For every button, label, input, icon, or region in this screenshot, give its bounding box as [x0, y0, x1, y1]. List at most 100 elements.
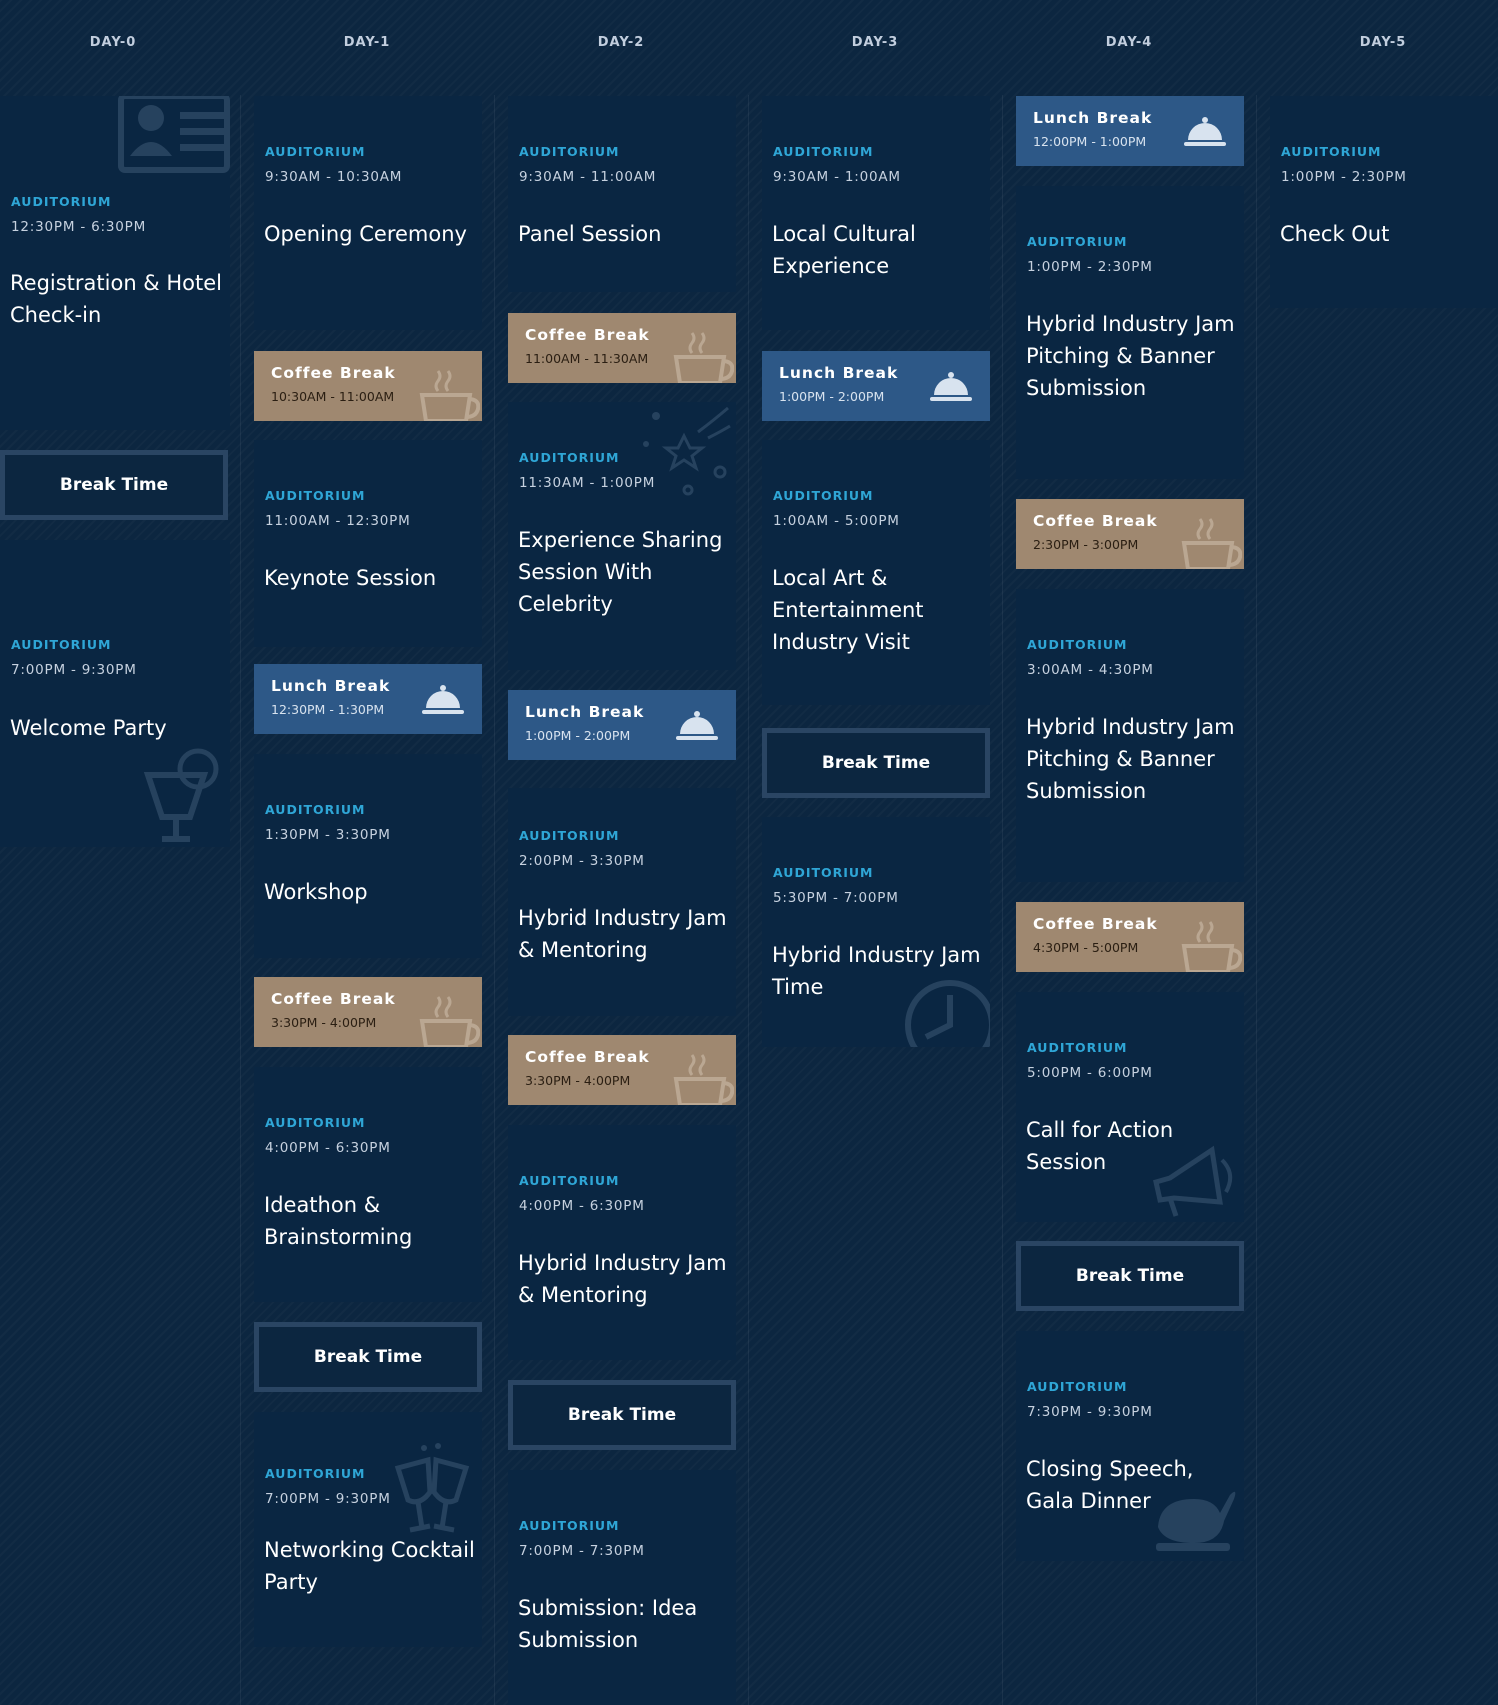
lunch-break-block[interactable]: Lunch Break 1:00PM - 2:00PM — [762, 351, 990, 421]
coffee-cup-icon — [673, 1054, 734, 1105]
day-header-1[interactable]: DAY-1 — [267, 35, 467, 50]
event-card[interactable]: AUDITORIUM 2:00PM - 3:30PM Hybrid Indust… — [508, 788, 736, 1016]
event-card[interactable]: AUDITORIUM 3:00AM - 4:30PM Hybrid Indust… — [1016, 589, 1244, 882]
event-title: Networking Cocktail Party — [264, 1538, 475, 1594]
event-card[interactable]: AUDITORIUM 4:00PM - 6:30PM Hybrid Indust… — [508, 1125, 736, 1360]
event-title: Workshop — [264, 880, 368, 904]
event-card[interactable]: AUDITORIUM 1:30PM - 3:30PM Workshop — [254, 754, 482, 958]
event-card[interactable]: AUDITORIUM 9:30AM - 11:00AM Panel Sessio… — [508, 96, 736, 292]
event-title: Check Out — [1280, 222, 1390, 246]
event-time: 5:00PM - 6:00PM — [1027, 1065, 1153, 1081]
event-card[interactable]: AUDITORIUM 1:00PM - 2:30PM Check Out — [1270, 96, 1498, 308]
break-title: Lunch Break — [525, 703, 645, 721]
venue-label: AUDITORIUM — [1281, 144, 1382, 159]
event-card[interactable]: AUDITORIUM 11:00AM - 12:30PM Keynote Ses… — [254, 440, 482, 647]
event-card[interactable]: AUDITORIUM 7:00PM - 9:30PM Welcome Party — [0, 540, 230, 847]
event-time: 4:00PM - 6:30PM — [265, 1140, 391, 1156]
event-card[interactable]: AUDITORIUM 4:00PM - 6:30PM Ideathon & Br… — [254, 1067, 482, 1302]
column-divider — [240, 95, 241, 1705]
venue-label: AUDITORIUM — [265, 1115, 366, 1130]
break-title: Coffee Break — [1033, 915, 1158, 933]
cloche-icon — [930, 372, 972, 401]
coffee-break-block[interactable]: Coffee Break 3:30PM - 4:00PM — [254, 977, 482, 1047]
break-time-block[interactable]: Break Time — [0, 450, 228, 520]
event-card[interactable]: AUDITORIUM 12:30PM - 6:30PM Registration… — [0, 96, 230, 430]
break-title: Coffee Break — [271, 364, 396, 382]
venue-label: AUDITORIUM — [519, 1173, 620, 1188]
event-time: 7:00PM - 9:30PM — [265, 1491, 391, 1507]
day-header-4[interactable]: DAY-4 — [1029, 35, 1229, 50]
event-time: 2:00PM - 3:30PM — [519, 853, 645, 869]
megaphone-icon — [1153, 1145, 1233, 1217]
event-time: 9:30AM - 11:00AM — [519, 169, 657, 185]
event-card[interactable]: AUDITORIUM 1:00PM - 2:30PM Hybrid Indust… — [1016, 186, 1244, 479]
break-time-block[interactable]: Break Time — [1016, 1241, 1244, 1311]
lunch-break-block[interactable]: Lunch Break 1:00PM - 2:00PM — [508, 690, 736, 760]
event-time: 9:30AM - 10:30AM — [265, 169, 403, 185]
break-title: Coffee Break — [1033, 512, 1158, 530]
venue-label: AUDITORIUM — [1027, 637, 1128, 652]
day-header-2[interactable]: DAY-2 — [521, 35, 721, 50]
venue-label: AUDITORIUM — [773, 865, 874, 880]
venue-label: AUDITORIUM — [519, 450, 620, 465]
venue-label: AUDITORIUM — [1027, 234, 1128, 249]
event-title: Ideathon & Brainstorming — [264, 1193, 413, 1249]
event-time: 7:30PM - 9:30PM — [1027, 1404, 1153, 1420]
coffee-break-block[interactable]: Coffee Break 2:30PM - 3:00PM — [1016, 499, 1244, 569]
event-time: 7:00PM - 9:30PM — [11, 662, 137, 678]
event-title: Experience Sharing Session With Celebrit… — [518, 528, 723, 616]
break-title: Lunch Break — [779, 364, 899, 382]
event-title: Hybrid Industry Jam & Mentoring — [518, 906, 727, 962]
event-title: Submission: Idea Submission — [518, 1596, 698, 1652]
venue-label: AUDITORIUM — [265, 802, 366, 817]
cloche-icon — [676, 711, 718, 740]
coffee-break-block[interactable]: Coffee Break 4:30PM - 5:00PM — [1016, 902, 1244, 972]
event-time: 9:30AM - 1:00AM — [773, 169, 901, 185]
coffee-break-block[interactable]: Coffee Break 3:30PM - 4:00PM — [508, 1035, 736, 1105]
lunch-break-block[interactable]: Lunch Break 12:30PM - 1:30PM — [254, 664, 482, 734]
column-divider — [494, 95, 495, 1705]
break-time: 4:30PM - 5:00PM — [1033, 940, 1139, 955]
event-card[interactable]: AUDITORIUM 7:00PM - 7:30PM Submission: I… — [508, 1470, 736, 1705]
event-card[interactable]: AUDITORIUM 9:30AM - 1:00AM Local Cultura… — [762, 96, 990, 330]
column-divider — [748, 95, 749, 1705]
break-time: 2:30PM - 3:00PM — [1033, 537, 1139, 552]
event-card[interactable]: AUDITORIUM 7:00PM - 9:30PM Networking Co… — [254, 1412, 482, 1647]
event-time: 12:30PM - 6:30PM — [11, 219, 147, 235]
cloche-icon — [1184, 117, 1226, 146]
event-card[interactable]: AUDITORIUM 1:00AM - 5:00PM Local Art & E… — [762, 440, 990, 705]
event-card[interactable]: AUDITORIUM 9:30AM - 10:30AM Opening Cere… — [254, 96, 482, 330]
break-time: 12:00PM - 1:00PM — [1033, 134, 1147, 149]
break-time: 12:30PM - 1:30PM — [271, 702, 385, 717]
event-card[interactable]: AUDITORIUM 7:30PM - 9:30PM Closing Speec… — [1016, 1331, 1244, 1561]
event-card[interactable]: AUDITORIUM 11:30AM - 1:00PM Experience S… — [508, 402, 736, 670]
venue-label: AUDITORIUM — [773, 144, 874, 159]
event-card[interactable]: AUDITORIUM 5:30PM - 7:00PM Hybrid Indust… — [762, 817, 990, 1047]
coffee-cup-icon — [419, 996, 480, 1047]
break-time-block[interactable]: Break Time — [508, 1380, 736, 1450]
cloche-icon — [422, 685, 464, 714]
event-time: 5:30PM - 7:00PM — [773, 890, 899, 906]
day-header-0[interactable]: DAY-0 — [13, 35, 213, 50]
event-time: 11:30AM - 1:00PM — [519, 475, 656, 491]
day-header-3[interactable]: DAY-3 — [775, 35, 975, 50]
break-time: 3:30PM - 4:00PM — [271, 1015, 377, 1030]
break-time-block[interactable]: Break Time — [254, 1322, 482, 1392]
day-header-5[interactable]: DAY-5 — [1283, 35, 1483, 50]
event-title: Hybrid Industry Jam Pitching & Banner Su… — [1026, 715, 1235, 803]
coffee-break-block[interactable]: Coffee Break 10:30AM - 11:00AM — [254, 351, 482, 421]
venue-label: AUDITORIUM — [519, 144, 620, 159]
break-time: 1:00PM - 2:00PM — [779, 389, 885, 404]
event-title: Local Cultural Experience — [772, 222, 916, 278]
venue-label: AUDITORIUM — [1027, 1379, 1128, 1394]
venue-label: AUDITORIUM — [11, 194, 112, 209]
break-title: Coffee Break — [525, 326, 650, 344]
event-title: Hybrid Industry Jam & Mentoring — [518, 1251, 727, 1307]
break-time-block[interactable]: Break Time — [762, 728, 990, 798]
event-title: Registration & Hotel Check-in — [10, 271, 222, 327]
coffee-break-block[interactable]: Coffee Break 11:00AM - 11:30AM — [508, 313, 736, 383]
event-card[interactable]: AUDITORIUM 5:00PM - 6:00PM Call for Acti… — [1016, 992, 1244, 1222]
coffee-cup-icon — [1181, 921, 1242, 972]
champagne-toast-icon — [394, 1443, 470, 1533]
lunch-break-block[interactable]: Lunch Break 12:00PM - 1:00PM — [1016, 96, 1244, 166]
